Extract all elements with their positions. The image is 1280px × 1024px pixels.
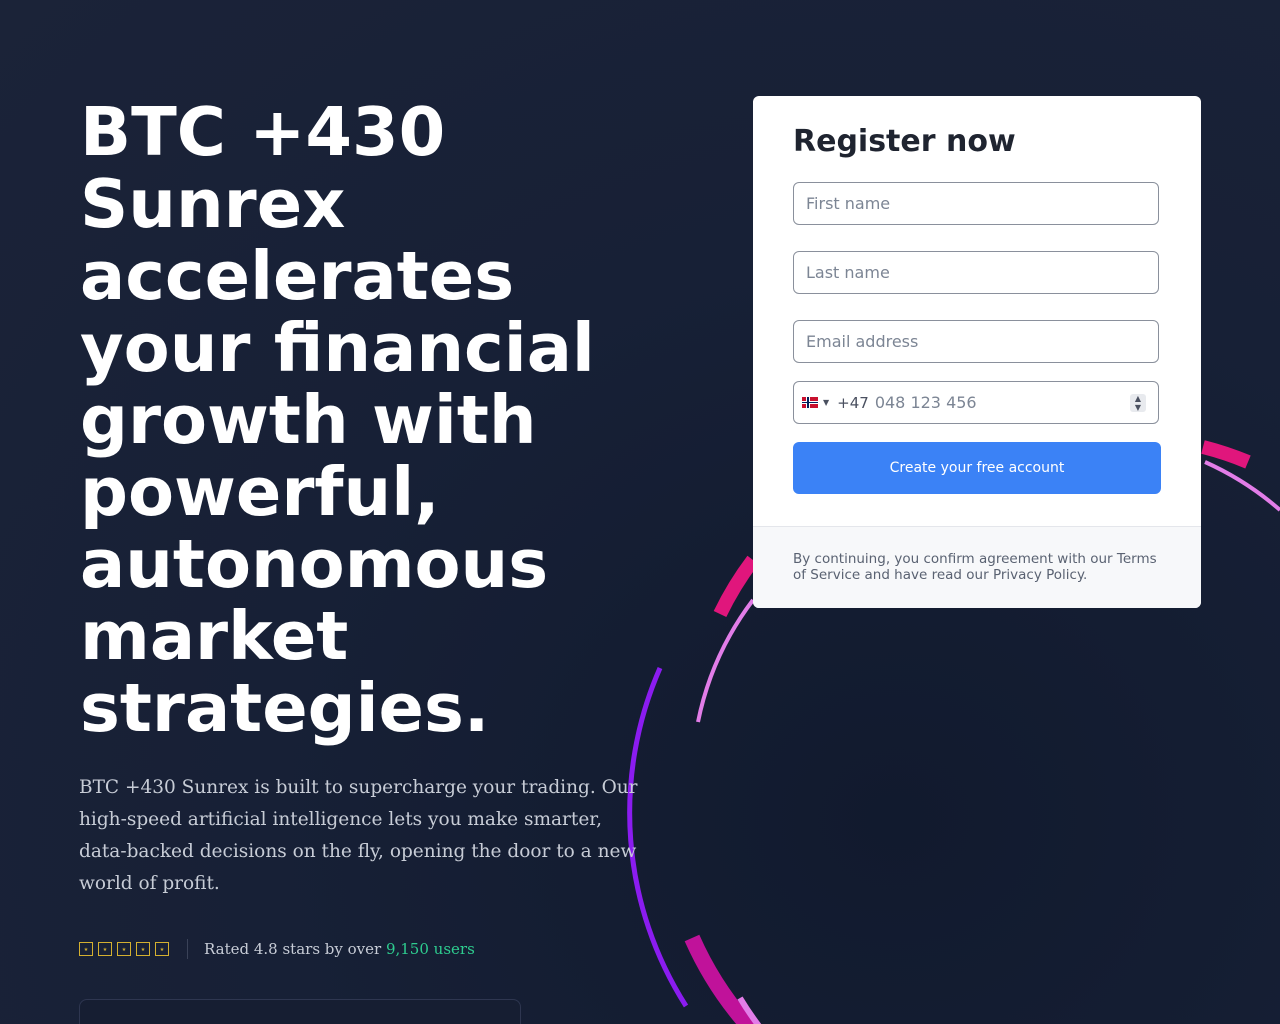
phone-field[interactable]: ▼ +47 ▲▼ [793,381,1159,424]
star-icon: ★ [117,942,131,956]
spinner-icon[interactable]: ▲ ▼ [1130,394,1146,412]
legal-text: By continuing, you confirm agreement wit… [793,551,1157,583]
rating-divider [187,939,188,959]
bottom-card [79,999,521,1024]
email-input[interactable] [793,320,1159,363]
form-title: Register now [793,124,1016,159]
landing-page: BTC +430 Sunrex accelerates your financi… [0,0,1280,1024]
register-form-card: Register now ▼ +47 ▲▼ Create your free a… [753,96,1201,608]
star-rating: ★ ★ ★ ★ ★ [79,942,169,956]
last-name-input[interactable] [793,251,1159,294]
hero-description: BTC +430 Sunrex is built to supercharge … [79,777,638,894]
rating-users: 9,150 users [385,940,475,958]
rating-text: Rated 4.8 stars by over 9,150 users [204,940,475,958]
arc-light-left [696,598,755,723]
star-icon: ★ [98,942,112,956]
arc-pink-left [713,555,759,618]
arc-light-bottom [737,996,762,1024]
star-icon: ★ [136,942,150,956]
star-icon: ★ [155,942,169,956]
first-name-input[interactable] [793,182,1159,225]
rating-prefix: Rated 4.8 stars by over [204,940,386,958]
hero-headline: BTC +430 Sunrex accelerates your financi… [80,93,595,747]
arc-light-right [1204,460,1280,512]
form-footer: By continuing, you confirm agreement wit… [753,526,1201,608]
star-icon: ★ [79,942,93,956]
norway-flag-icon[interactable] [802,397,818,408]
hero-section: BTC +430 Sunrex accelerates your financi… [80,96,660,744]
phone-input[interactable] [874,393,1115,412]
create-account-button[interactable]: Create your free account [793,442,1161,494]
rating-row: ★ ★ ★ ★ ★ Rated 4.8 stars by over 9,150 … [79,938,475,960]
chevron-down-icon[interactable]: ▼ [823,398,829,407]
arc-magenta-bottom [684,934,758,1024]
arc-pink-top-right [1201,440,1251,469]
dial-code: +47 [837,393,869,412]
